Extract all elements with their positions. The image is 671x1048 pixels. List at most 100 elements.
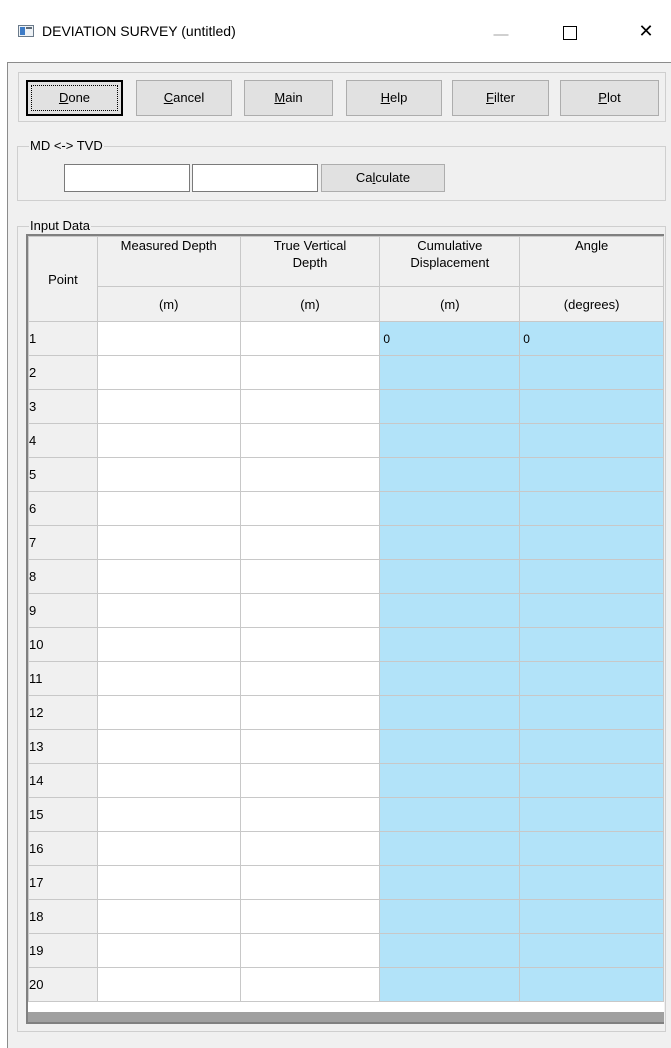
filter-button[interactable]: Filter (452, 80, 549, 116)
angle-cell[interactable] (519, 797, 664, 832)
cumulative-displacement-cell[interactable] (379, 389, 521, 424)
angle-cell[interactable] (519, 593, 664, 628)
measured-depth-cell[interactable] (96, 797, 241, 832)
cumulative-displacement-cell[interactable] (379, 967, 521, 1002)
true-vertical-depth-cell[interactable] (239, 661, 381, 696)
angle-header[interactable]: Angle (519, 236, 664, 287)
angle-cell[interactable] (519, 457, 664, 492)
true-vertical-depth-cell[interactable] (239, 525, 381, 560)
tvd-input[interactable] (192, 164, 318, 192)
close-icon[interactable]: ✕ (636, 22, 656, 42)
app-window-icon[interactable] (18, 25, 34, 37)
measured-depth-cell[interactable] (96, 729, 241, 764)
measured-depth-cell[interactable] (96, 695, 241, 730)
cumulative-displacement-cell[interactable] (379, 355, 521, 390)
input-data-grid[interactable]: Point Measured Depth True Vertical Depth… (26, 234, 664, 1024)
cumulative-displacement-cell[interactable] (379, 627, 521, 662)
calculate-button[interactable]: Calculate (321, 164, 445, 192)
measured-depth-cell[interactable] (96, 593, 241, 628)
row-number-cell: 9 (28, 593, 98, 628)
angle-cell[interactable] (519, 559, 664, 594)
true-vertical-depth-cell[interactable] (239, 797, 381, 832)
angle-cell[interactable] (519, 355, 664, 390)
cumulative-displacement-cell[interactable] (379, 559, 521, 594)
measured-depth-cell[interactable] (96, 355, 241, 390)
true-vertical-depth-header[interactable]: True Vertical Depth (239, 236, 381, 287)
cumulative-displacement-cell[interactable] (379, 933, 521, 968)
point-column-header: Point (28, 236, 98, 322)
angle-cell[interactable] (519, 389, 664, 424)
measured-depth-cell[interactable] (96, 661, 241, 696)
cumulative-displacement-cell[interactable] (379, 797, 521, 832)
true-vertical-depth-cell[interactable] (239, 321, 381, 356)
measured-depth-cell[interactable] (96, 831, 241, 866)
true-vertical-depth-cell[interactable] (239, 831, 381, 866)
true-vertical-depth-cell[interactable] (239, 389, 381, 424)
angle-cell[interactable] (519, 933, 664, 968)
measured-depth-header[interactable]: Measured Depth (96, 236, 241, 287)
angle-cell[interactable] (519, 627, 664, 662)
true-vertical-depth-cell[interactable] (239, 627, 381, 662)
cumulative-displacement-cell[interactable] (379, 695, 521, 730)
cumulative-displacement-cell[interactable] (379, 525, 521, 560)
true-vertical-depth-cell[interactable] (239, 865, 381, 900)
cumulative-displacement-cell[interactable] (379, 763, 521, 798)
angle-cell[interactable] (519, 491, 664, 526)
true-vertical-depth-cell[interactable] (239, 695, 381, 730)
angle-cell[interactable] (519, 899, 664, 934)
maximize-icon[interactable] (563, 26, 577, 40)
angle-cell[interactable] (519, 695, 664, 730)
measured-depth-cell[interactable] (96, 321, 241, 356)
cumulative-displacement-cell[interactable] (379, 661, 521, 696)
cumulative-displacement-cell[interactable] (379, 729, 521, 764)
true-vertical-depth-cell[interactable] (239, 729, 381, 764)
true-vertical-depth-cell[interactable] (239, 967, 381, 1002)
measured-depth-cell[interactable] (96, 899, 241, 934)
angle-cell[interactable] (519, 525, 664, 560)
true-vertical-depth-cell[interactable] (239, 457, 381, 492)
angle-cell[interactable] (519, 729, 664, 764)
angle-cell[interactable] (519, 865, 664, 900)
angle-cell[interactable] (519, 967, 664, 1002)
measured-depth-cell[interactable] (96, 627, 241, 662)
angle-cell[interactable]: 0 (519, 321, 664, 356)
measured-depth-cell[interactable] (96, 491, 241, 526)
true-vertical-depth-cell[interactable] (239, 355, 381, 390)
measured-depth-cell[interactable] (96, 457, 241, 492)
main-button[interactable]: Main (244, 80, 333, 116)
angle-cell[interactable] (519, 831, 664, 866)
angle-cell[interactable] (519, 661, 664, 696)
cumulative-displacement-cell[interactable] (379, 865, 521, 900)
cumulative-displacement-header[interactable]: Cumulative Displacement (379, 236, 521, 287)
minimize-icon[interactable]: — (491, 25, 511, 45)
plot-button[interactable]: Plot (560, 80, 659, 116)
measured-depth-cell[interactable] (96, 559, 241, 594)
cumulative-displacement-cell[interactable] (379, 457, 521, 492)
true-vertical-depth-cell[interactable] (239, 491, 381, 526)
cumulative-displacement-cell[interactable] (379, 593, 521, 628)
md-input[interactable] (64, 164, 190, 192)
angle-cell[interactable] (519, 423, 664, 458)
cumulative-displacement-cell[interactable] (379, 491, 521, 526)
true-vertical-depth-cell[interactable] (239, 899, 381, 934)
measured-depth-cell[interactable] (96, 389, 241, 424)
true-vertical-depth-cell[interactable] (239, 763, 381, 798)
measured-depth-cell[interactable] (96, 865, 241, 900)
measured-depth-cell[interactable] (96, 763, 241, 798)
angle-cell[interactable] (519, 763, 664, 798)
true-vertical-depth-cell[interactable] (239, 559, 381, 594)
cancel-button[interactable]: Cancel (136, 80, 232, 116)
cumulative-displacement-cell[interactable] (379, 899, 521, 934)
measured-depth-cell[interactable] (96, 967, 241, 1002)
cumulative-displacement-cell[interactable] (379, 423, 521, 458)
done-button[interactable]: Done (26, 80, 123, 116)
cumulative-displacement-cell[interactable]: 0 (379, 321, 521, 356)
help-button[interactable]: Help (346, 80, 442, 116)
measured-depth-cell[interactable] (96, 933, 241, 968)
measured-depth-cell[interactable] (96, 423, 241, 458)
cumulative-displacement-cell[interactable] (379, 831, 521, 866)
measured-depth-cell[interactable] (96, 525, 241, 560)
true-vertical-depth-cell[interactable] (239, 593, 381, 628)
true-vertical-depth-cell[interactable] (239, 933, 381, 968)
true-vertical-depth-cell[interactable] (239, 423, 381, 458)
